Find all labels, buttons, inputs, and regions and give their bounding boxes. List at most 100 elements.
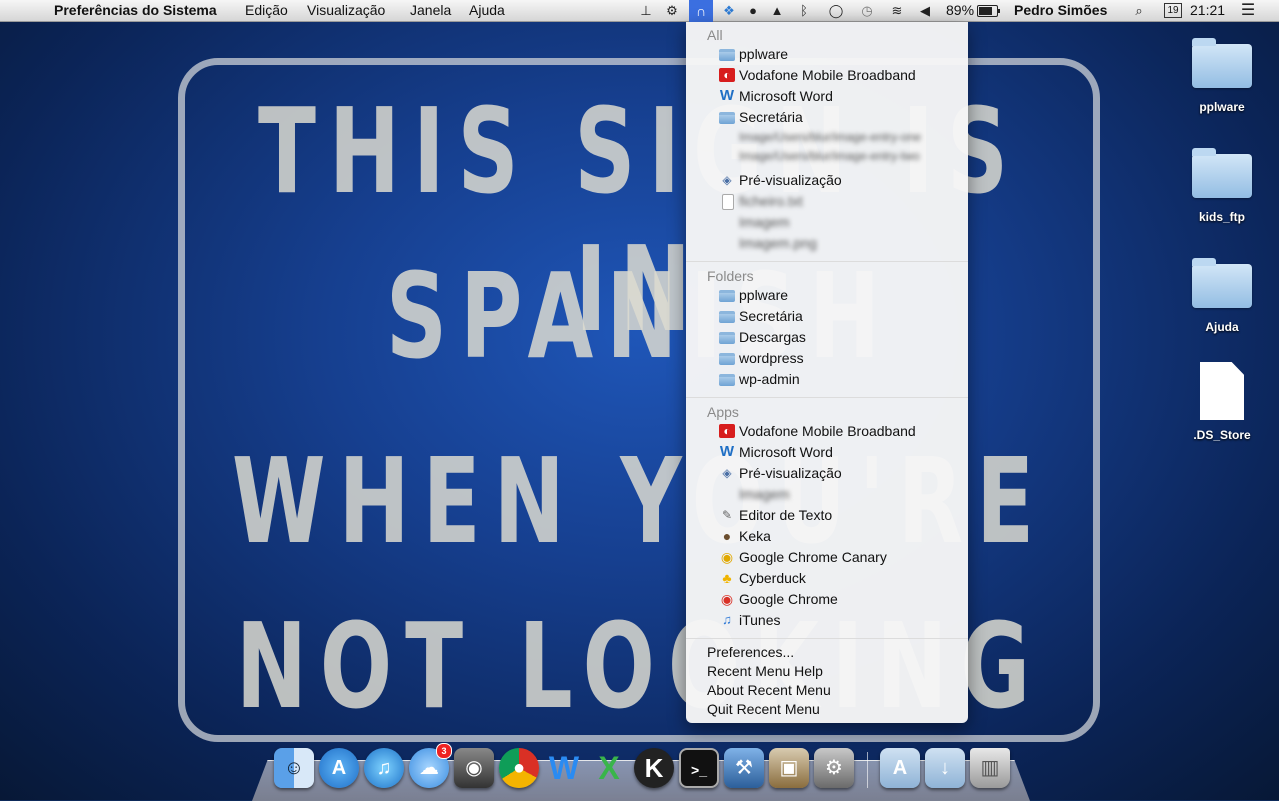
volume-icon[interactable]: ◀ — [917, 3, 933, 19]
folder-item-wp-admin[interactable]: wp-admin — [686, 370, 968, 390]
recent-item-label: pplware — [739, 46, 789, 62]
folder-icon — [1192, 258, 1252, 308]
folder-icon — [719, 353, 735, 365]
user-name[interactable]: Pedro Simões — [1014, 2, 1107, 18]
folder-item-label: wordpress — [739, 350, 804, 366]
battery-icon[interactable] — [977, 5, 1000, 17]
recent-menu-dropdown: All pplware ◐ Vodafone Mobile Broadband … — [686, 22, 968, 723]
recent-item-blurred[interactable]: Imagem — [686, 213, 968, 233]
app-item-label: Editor de Texto — [739, 507, 833, 523]
itunes-icon[interactable]: ♫ — [364, 748, 404, 788]
app-item-blurred[interactable]: Imagem — [686, 485, 968, 505]
notification-center-icon[interactable]: ☰ — [1240, 3, 1256, 19]
bluetooth-icon[interactable]: ᛒ — [796, 3, 812, 19]
itunes-icon: ♫ — [722, 612, 732, 627]
folder-item-secretaria[interactable]: Secretária — [686, 307, 968, 327]
menu-edicao[interactable]: Edição — [245, 2, 288, 18]
recent-item-label: Microsoft Word — [739, 88, 833, 104]
recent-item-label: Imagem — [739, 214, 790, 230]
messages-icon[interactable]: ☁ 3 — [409, 743, 452, 788]
applications-stack-icon[interactable]: A — [880, 748, 920, 788]
desktop-folder-kids-ftp[interactable]: kids_ftp — [1182, 148, 1262, 224]
app-item-keka[interactable]: ● Keka — [686, 527, 968, 547]
app-item-text-editor[interactable]: ✎ Editor de Texto — [686, 506, 968, 526]
help-menu-item[interactable]: Recent Menu Help — [707, 663, 823, 679]
recent-item-label: Image/Users/blur/image-entry-two — [739, 149, 920, 163]
app-item-label: Vodafone Mobile Broadband — [739, 423, 916, 439]
app-item-chrome[interactable]: ◉ Google Chrome — [686, 590, 968, 610]
folder-item-wordpress[interactable]: wordpress — [686, 349, 968, 369]
app-item-word[interactable]: W Microsoft Word — [686, 443, 968, 463]
messages-badge: 3 — [436, 743, 452, 759]
app-item-label: Microsoft Word — [739, 444, 833, 460]
speech-bubble-icon[interactable]: ◯ — [828, 3, 844, 19]
folder-item-descargas[interactable]: Descargas — [686, 328, 968, 348]
network-antenna-icon[interactable]: ⊥ — [638, 3, 654, 19]
app-item-vodafone[interactable]: ◐ Vodafone Mobile Broadband — [686, 422, 968, 442]
app-store-icon[interactable]: A — [319, 748, 359, 788]
recent-item-secretaria[interactable]: Secretária — [686, 108, 968, 128]
xcode-icon[interactable]: ⚒ — [724, 748, 764, 788]
clock[interactable]: 21:21 — [1190, 2, 1225, 18]
terminal-icon[interactable]: >_ — [679, 748, 719, 788]
menu-visualizacao[interactable]: Visualização — [307, 2, 385, 18]
calendar-date-icon[interactable]: 19 — [1164, 3, 1182, 18]
recent-item-vodafone[interactable]: ◐ Vodafone Mobile Broadband — [686, 66, 968, 86]
facetime-icon[interactable]: ◉ — [454, 748, 494, 788]
section-header-folders: Folders — [707, 268, 754, 284]
recent-menu-icon[interactable]: ∩ — [689, 0, 713, 22]
wifi-icon[interactable]: ≋ — [889, 3, 905, 19]
recent-item-label: ficheiro.txt — [739, 193, 803, 209]
chrome-canary-icon: ◉ — [720, 549, 734, 565]
recent-item-blurred[interactable]: ficheiro.txt — [686, 192, 968, 212]
desktop-file-ds-store[interactable]: .DS_Store — [1182, 362, 1262, 442]
system-preferences-icon[interactable]: ⚙ — [814, 748, 854, 788]
recent-item-pplware[interactable]: pplware — [686, 45, 968, 65]
klite-icon[interactable]: K — [634, 748, 674, 788]
folder-item-label: Secretária — [739, 308, 803, 324]
chrome-icon[interactable]: ● — [499, 748, 539, 788]
app-item-label: Google Chrome Canary — [739, 549, 887, 565]
trash-icon[interactable]: ▥ — [970, 748, 1010, 788]
google-drive-icon[interactable]: ▲ — [769, 3, 785, 19]
menu-separator — [686, 397, 968, 398]
preview-icon[interactable]: ▣ — [769, 748, 809, 788]
recent-item-blurred[interactable]: Image/Users/blur/image-entry-two — [686, 148, 968, 168]
app-menu[interactable]: Preferências do Sistema — [54, 2, 217, 18]
menu-ajuda[interactable]: Ajuda — [469, 2, 505, 18]
spotlight-search-icon[interactable]: ⌕ — [1131, 3, 1147, 19]
gear-icon[interactable]: ⚙ — [664, 3, 680, 19]
app-item-chrome-canary[interactable]: ◉ Google Chrome Canary — [686, 548, 968, 568]
menu-separator — [686, 261, 968, 262]
app-item-itunes[interactable]: ♫ iTunes — [686, 611, 968, 631]
word-icon[interactable]: W — [544, 748, 584, 788]
desktop-folder-ajuda[interactable]: Ajuda — [1182, 258, 1262, 334]
menu-janela[interactable]: Janela — [410, 2, 451, 18]
app-item-cyberduck[interactable]: ♣ Cyberduck — [686, 569, 968, 589]
excel-icon[interactable]: X — [589, 748, 629, 788]
dropbox-icon[interactable]: ❖ — [721, 3, 737, 19]
downloads-stack-icon[interactable]: ↓ — [925, 748, 965, 788]
recent-item-word[interactable]: W Microsoft Word — [686, 87, 968, 107]
about-menu-item[interactable]: About Recent Menu — [707, 682, 831, 698]
app-item-preview[interactable]: ◈ Pré-visualização — [686, 464, 968, 484]
folder-item-pplware[interactable]: pplware — [686, 286, 968, 306]
vodafone-icon: ◐ — [719, 68, 735, 82]
time-machine-icon[interactable]: ◷ — [859, 3, 875, 19]
battery-percent: 89% — [946, 2, 975, 18]
desktop-icon-label: pplware — [1199, 100, 1245, 114]
quit-menu-item[interactable]: Quit Recent Menu — [707, 701, 820, 717]
recent-item-label: Secretária — [739, 109, 803, 125]
vodafone-icon: ◐ — [719, 424, 735, 438]
droplet-icon[interactable]: ● — [745, 3, 761, 19]
recent-item-blurred[interactable]: Imagem.png — [686, 234, 968, 254]
folder-item-label: Descargas — [739, 329, 806, 345]
desktop-folder-pplware[interactable]: pplware — [1182, 38, 1262, 114]
cyberduck-icon: ♣ — [722, 570, 732, 586]
preferences-menu-item[interactable]: Preferences... — [707, 644, 794, 660]
folder-item-label: wp-admin — [739, 371, 800, 387]
recent-item-blurred[interactable]: Image/Users/blur/image-entry-one — [686, 129, 968, 149]
folder-icon — [719, 311, 735, 323]
finder-icon[interactable]: ☺ — [274, 748, 314, 788]
recent-item-preview[interactable]: ◈ Pré-visualização — [686, 171, 968, 191]
